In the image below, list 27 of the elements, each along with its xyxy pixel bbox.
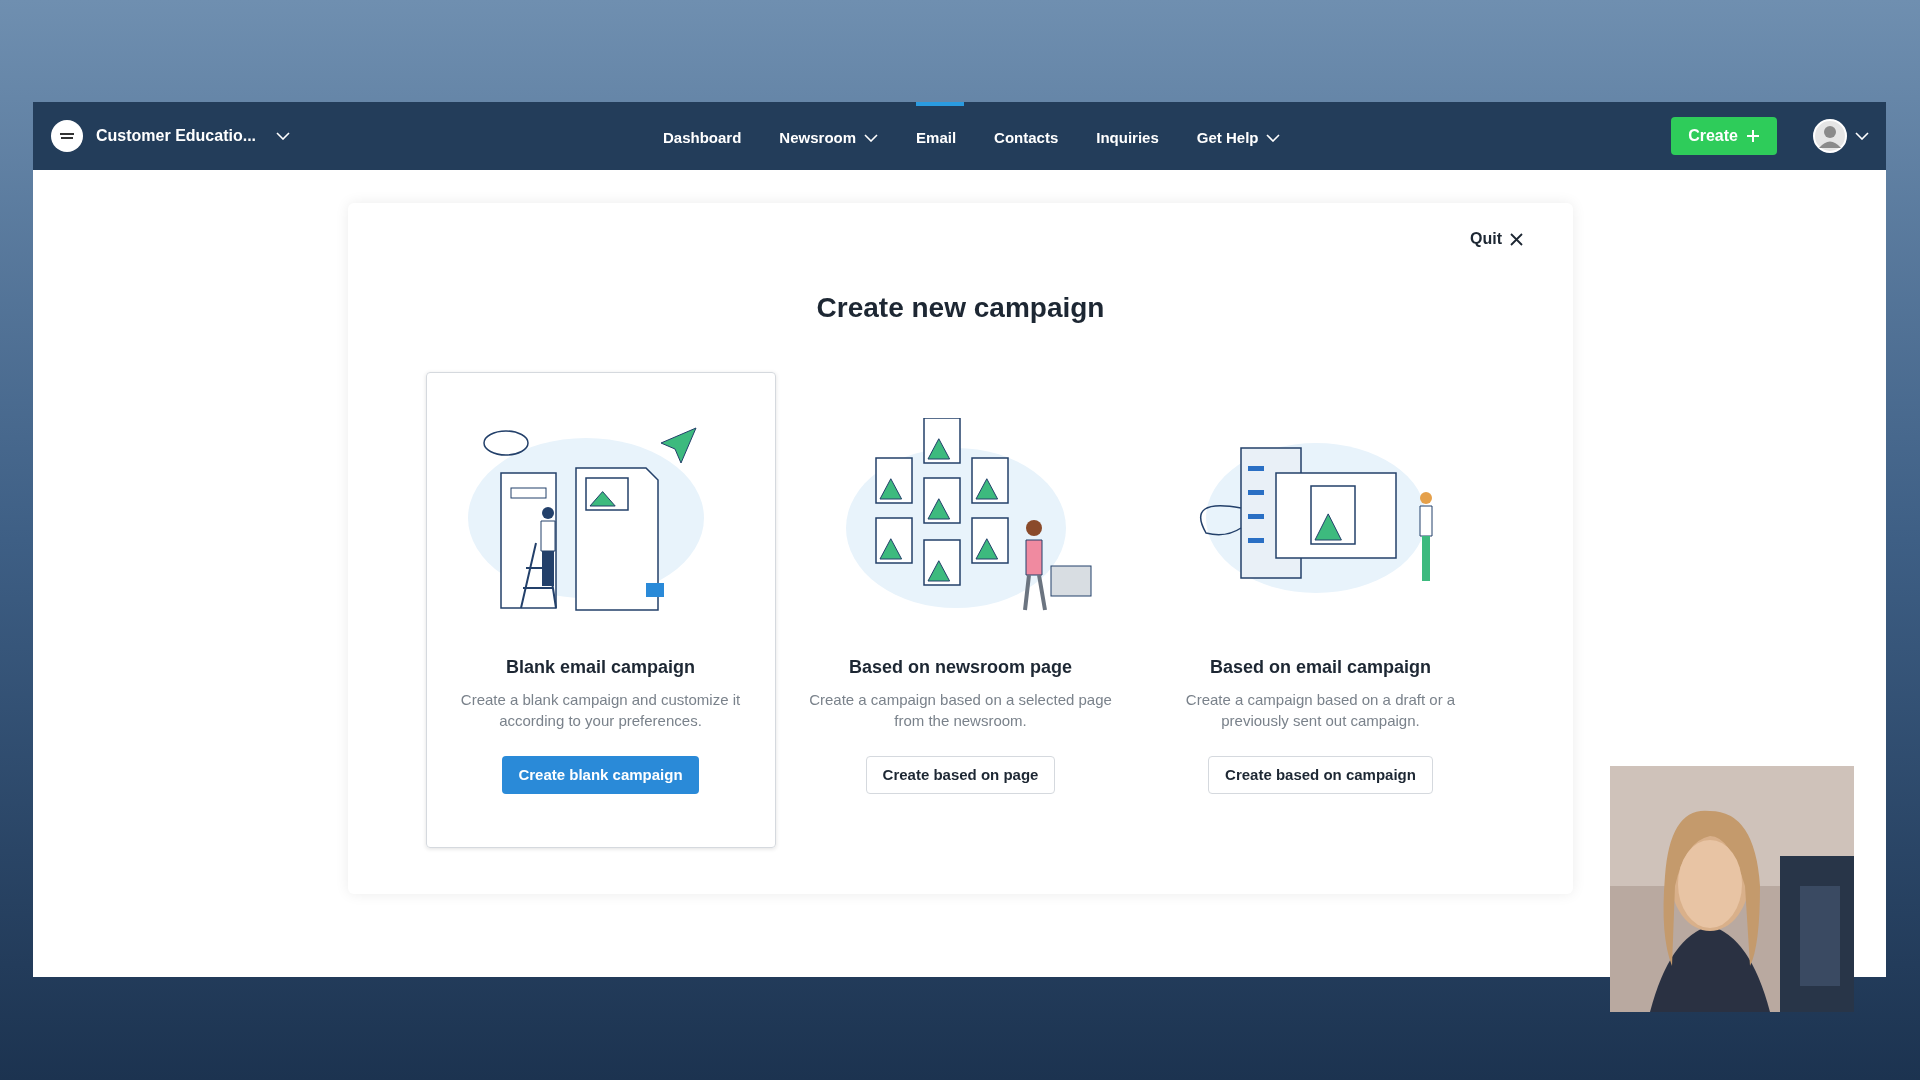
nav-tab[interactable]: Get Help: [1196, 102, 1289, 170]
close-icon: [1510, 232, 1523, 246]
option-title: Blank email campaign: [505, 656, 696, 679]
quit-button[interactable]: Quit: [1470, 227, 1523, 251]
workspace-switcher[interactable]: Customer Educatio...: [50, 119, 291, 153]
chevron-down-icon: [1855, 132, 1869, 140]
nav-tab[interactable]: Newsroom: [779, 102, 887, 170]
option-card[interactable]: Based on email campaign Create a campaign based on a draft or a previously sent out campaign. Create based on campaign: [1145, 372, 1496, 848]
option-title: Based on email campaign: [1209, 656, 1432, 679]
create-campaign-button[interactable]: Create based on campaign: [1208, 756, 1433, 794]
dialog-title: Create new campaign: [816, 291, 1105, 325]
logo-icon: [50, 119, 84, 153]
plus-icon: [1746, 129, 1760, 143]
option-description: Create a campaign based on a selected page from the newsroom.: [808, 690, 1113, 731]
option-title: Based on newsroom page: [848, 656, 1073, 679]
option-card[interactable]: Blank email campaign Create a blank campaign and customize it according to your preferences. Create blank campaign: [425, 372, 776, 848]
option-description: Create a campaign based on a draft or a previously sent out campaign.: [1184, 690, 1457, 731]
chevron-down-icon: [276, 132, 291, 140]
user-menu[interactable]: [1813, 119, 1869, 153]
create-campaign-button[interactable]: Create based on page: [865, 756, 1056, 794]
nav-tab[interactable]: Dashboard: [663, 102, 750, 170]
option-card[interactable]: Based on newsroom page Create a campaign based on a selected page from the newsroom. Create based on page: [785, 372, 1136, 848]
nav-tab[interactable]: Contacts: [994, 102, 1067, 170]
nav-tab[interactable]: Inquiries: [1096, 102, 1167, 170]
avatar-icon: [1813, 119, 1847, 153]
create-campaign-button[interactable]: Create blank campaign: [502, 756, 699, 794]
option-description: Create a blank campaign and customize it according to your preferences.: [459, 690, 742, 731]
